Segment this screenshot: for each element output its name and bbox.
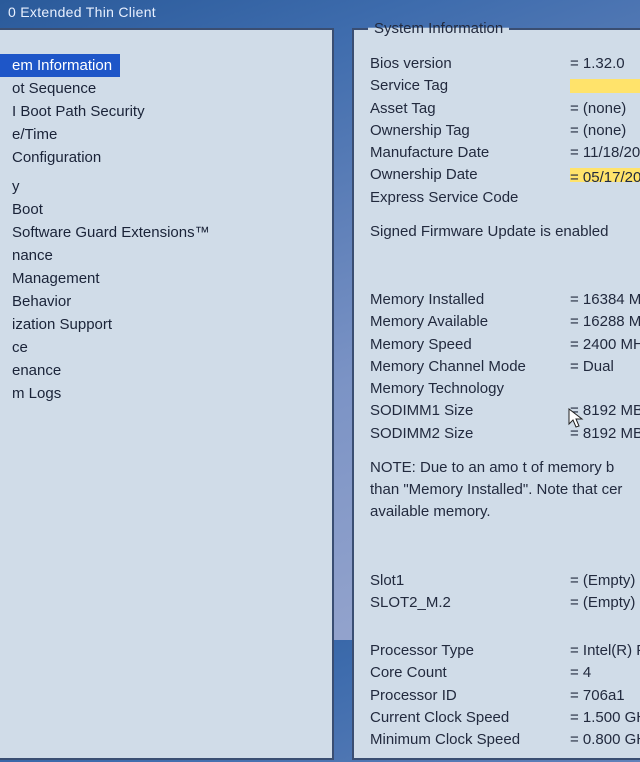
system-information-pane: System Information Bios version = 1.32.0… bbox=[352, 28, 640, 760]
settings-nav: em Information ot Sequence I Boot Path S… bbox=[0, 30, 332, 405]
value-asset-tag: = (none) bbox=[570, 99, 626, 119]
nav-item-performance[interactable]: nance bbox=[0, 244, 332, 267]
row-memory-technology: Memory Technology bbox=[370, 379, 640, 399]
label-service-tag: Service Tag bbox=[370, 76, 570, 96]
label-core-count: Core Count bbox=[370, 663, 570, 683]
value-ownership-tag: = (none) bbox=[570, 121, 626, 141]
nav-item-security[interactable]: y bbox=[0, 175, 332, 198]
row-minimum-clock: Minimum Clock Speed = 0.800 GH bbox=[370, 730, 640, 750]
row-processor-id: Processor ID = 706a1 bbox=[370, 686, 640, 706]
row-sodimm2: SODIMM2 Size = 8192 MB bbox=[370, 424, 640, 444]
value-processor-id: = 706a1 bbox=[570, 686, 625, 706]
value-core-count: = 4 bbox=[570, 663, 591, 683]
value-sodimm2: = 8192 MB bbox=[570, 424, 640, 444]
label-processor-id: Processor ID bbox=[370, 686, 570, 706]
nav-item-virtualization-support[interactable]: ization Support bbox=[0, 313, 332, 336]
settings-tree-pane: em Information ot Sequence I Boot Path S… bbox=[0, 28, 334, 760]
nav-item-system-information[interactable]: em Information bbox=[0, 54, 120, 77]
label-memory-available: Memory Available bbox=[370, 312, 570, 332]
signed-firmware-text: Signed Firmware Update is enabled bbox=[370, 222, 640, 242]
redaction-highlight: = 05/17/20 bbox=[570, 168, 640, 182]
label-bios-version: Bios version bbox=[370, 54, 570, 74]
value-slot1: = (Empty) bbox=[570, 571, 635, 591]
label-asset-tag: Asset Tag bbox=[370, 99, 570, 119]
row-asset-tag: Asset Tag = (none) bbox=[370, 99, 640, 119]
value-processor-type: = Intel(R) Pe bbox=[570, 641, 640, 661]
row-express-service-code: Express Service Code bbox=[370, 188, 640, 208]
row-slot1: Slot1 = (Empty) bbox=[370, 571, 640, 591]
value-sodimm1: = 8192 MB bbox=[570, 401, 640, 421]
redaction-highlight bbox=[570, 79, 640, 93]
label-slot2: SLOT2_M.2 bbox=[370, 593, 570, 613]
info-body: Bios version = 1.32.0 Service Tag Asset … bbox=[354, 30, 640, 762]
nav-item-date-time[interactable]: e/Time bbox=[0, 123, 332, 146]
value-memory-channel: = Dual bbox=[570, 357, 614, 377]
nav-item-post-behavior[interactable]: Behavior bbox=[0, 290, 332, 313]
row-current-clock: Current Clock Speed = 1.500 GH bbox=[370, 708, 640, 728]
row-processor-type: Processor Type = Intel(R) Pe bbox=[370, 641, 640, 661]
row-memory-available: Memory Available = 16288 M bbox=[370, 312, 640, 332]
label-memory-installed: Memory Installed bbox=[370, 290, 570, 310]
nav-item-wireless[interactable]: ce bbox=[0, 336, 332, 359]
value-manufacture-date: = 11/18/20 bbox=[570, 143, 640, 163]
row-core-count: Core Count = 4 bbox=[370, 663, 640, 683]
row-sodimm1: SODIMM1 Size = 8192 MB bbox=[370, 401, 640, 421]
row-bios-version: Bios version = 1.32.0 bbox=[370, 54, 640, 74]
memory-note-line3: available memory. bbox=[370, 502, 640, 522]
row-manufacture-date: Manufacture Date = 11/18/20 bbox=[370, 143, 640, 163]
value-ownership-date: = 05/17/20 bbox=[570, 165, 640, 185]
label-minimum-clock: Minimum Clock Speed bbox=[370, 730, 570, 750]
row-memory-channel: Memory Channel Mode = Dual bbox=[370, 357, 640, 377]
nav-item-sgx[interactable]: Software Guard Extensions™ bbox=[0, 221, 332, 244]
label-memory-technology: Memory Technology bbox=[370, 379, 570, 399]
nav-item-boot-sequence[interactable]: ot Sequence bbox=[0, 77, 332, 100]
bios-panes: em Information ot Sequence I Boot Path S… bbox=[0, 28, 640, 760]
row-memory-speed: Memory Speed = 2400 MH bbox=[370, 335, 640, 355]
value-memory-available: = 16288 M bbox=[570, 312, 640, 332]
label-express-service-code: Express Service Code bbox=[370, 188, 570, 208]
row-memory-installed: Memory Installed = 16384 M bbox=[370, 290, 640, 310]
label-sodimm2: SODIMM2 Size bbox=[370, 424, 570, 444]
label-current-clock: Current Clock Speed bbox=[370, 708, 570, 728]
pane-legend: System Information bbox=[368, 20, 509, 37]
value-service-tag bbox=[570, 76, 640, 96]
row-service-tag: Service Tag bbox=[370, 76, 640, 96]
window-title: 0 Extended Thin Client bbox=[0, 0, 640, 28]
value-memory-installed: = 16384 M bbox=[570, 290, 640, 310]
nav-item-power-management[interactable]: Management bbox=[0, 267, 332, 290]
label-slot1: Slot1 bbox=[370, 571, 570, 591]
nav-item-system-configuration[interactable]: Configuration bbox=[0, 146, 332, 169]
nav-item-maintenance[interactable]: enance bbox=[0, 359, 332, 382]
value-bios-version: = 1.32.0 bbox=[570, 54, 625, 74]
label-processor-type: Processor Type bbox=[370, 641, 570, 661]
label-memory-channel: Memory Channel Mode bbox=[370, 357, 570, 377]
label-manufacture-date: Manufacture Date bbox=[370, 143, 570, 163]
label-memory-speed: Memory Speed bbox=[370, 335, 570, 355]
row-ownership-tag: Ownership Tag = (none) bbox=[370, 121, 640, 141]
label-ownership-date: Ownership Date bbox=[370, 165, 570, 185]
nav-item-secure-boot[interactable]: Boot bbox=[0, 198, 332, 221]
nav-item-uefi-boot-path-security[interactable]: I Boot Path Security bbox=[0, 100, 332, 123]
label-sodimm1: SODIMM1 Size bbox=[370, 401, 570, 421]
nav-item-system-logs[interactable]: m Logs bbox=[0, 382, 332, 405]
row-ownership-date: Ownership Date = 05/17/20 bbox=[370, 165, 640, 185]
memory-note-line2: than "Memory Installed". Note that cer bbox=[370, 480, 640, 500]
value-slot2: = (Empty) bbox=[570, 593, 635, 613]
memory-note-line1: NOTE: Due to an amo t of memory b bbox=[370, 458, 640, 478]
label-ownership-tag: Ownership Tag bbox=[370, 121, 570, 141]
row-slot2: SLOT2_M.2 = (Empty) bbox=[370, 593, 640, 613]
value-current-clock: = 1.500 GH bbox=[570, 708, 640, 728]
value-memory-speed: = 2400 MH bbox=[570, 335, 640, 355]
value-minimum-clock: = 0.800 GH bbox=[570, 730, 640, 750]
